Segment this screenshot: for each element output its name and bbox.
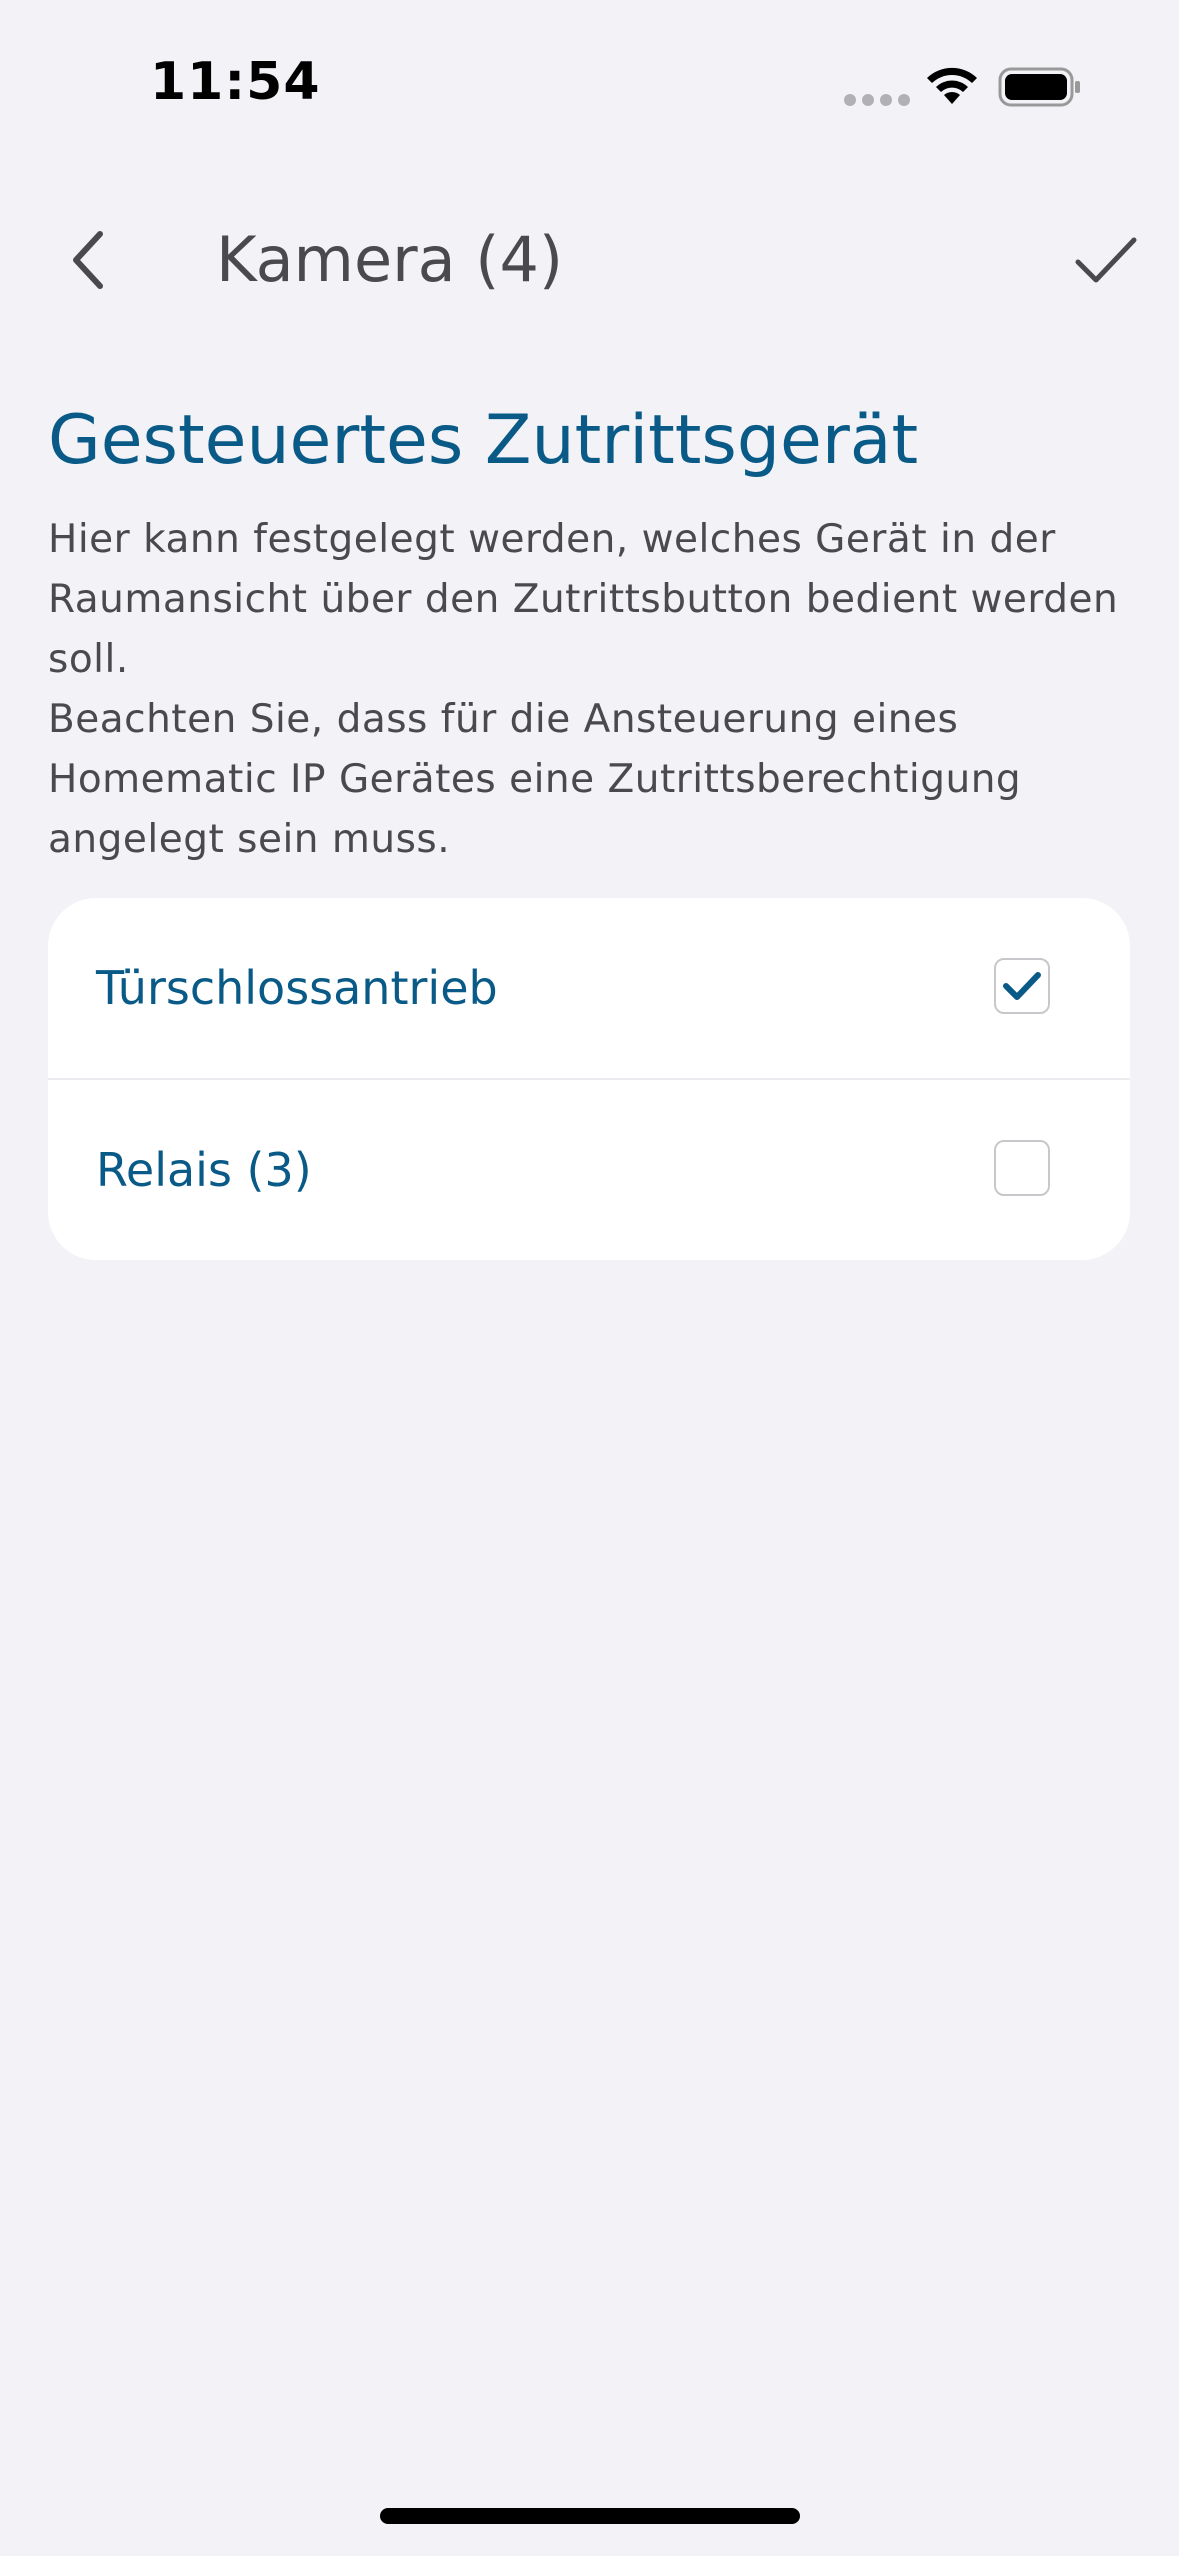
device-options-card: Türschlossantrieb Relais (3) bbox=[48, 898, 1130, 1260]
confirm-button[interactable] bbox=[1066, 220, 1146, 300]
back-button[interactable] bbox=[48, 220, 128, 300]
description-paragraph-1: Hier kann festgelegt werden, welches Ger… bbox=[48, 517, 1119, 682]
section-description: Hier kann festgelegt werden, welches Ger… bbox=[48, 510, 1138, 870]
description-paragraph-2: Beachten Sie, dass für die Ansteuerung e… bbox=[48, 697, 1022, 862]
status-bar: 11:54 bbox=[0, 0, 1179, 176]
option-label: Relais (3) bbox=[96, 1143, 312, 1197]
option-label: Türschlossantrieb bbox=[96, 961, 498, 1015]
chevron-left-icon bbox=[73, 231, 103, 289]
status-time: 11:54 bbox=[150, 52, 321, 112]
wifi-icon bbox=[927, 67, 977, 104]
section-heading: Gesteuertes Zutrittsgerät bbox=[48, 401, 919, 480]
home-indicator bbox=[380, 2508, 800, 2524]
navigation-bar: Kamera (4) bbox=[0, 200, 1179, 320]
option-checkbox-unchecked[interactable] bbox=[994, 1140, 1050, 1196]
signal-dots-icon bbox=[844, 94, 910, 106]
option-row-relais[interactable]: Relais (3) bbox=[48, 1080, 1130, 1260]
page-title: Kamera (4) bbox=[216, 223, 564, 296]
checkmark-icon bbox=[1003, 972, 1041, 1000]
checkmark-icon bbox=[1075, 237, 1137, 283]
option-checkbox-checked[interactable] bbox=[994, 958, 1050, 1014]
option-row-tuerschlossantrieb[interactable]: Türschlossantrieb bbox=[48, 898, 1130, 1078]
battery-icon bbox=[998, 67, 1080, 107]
